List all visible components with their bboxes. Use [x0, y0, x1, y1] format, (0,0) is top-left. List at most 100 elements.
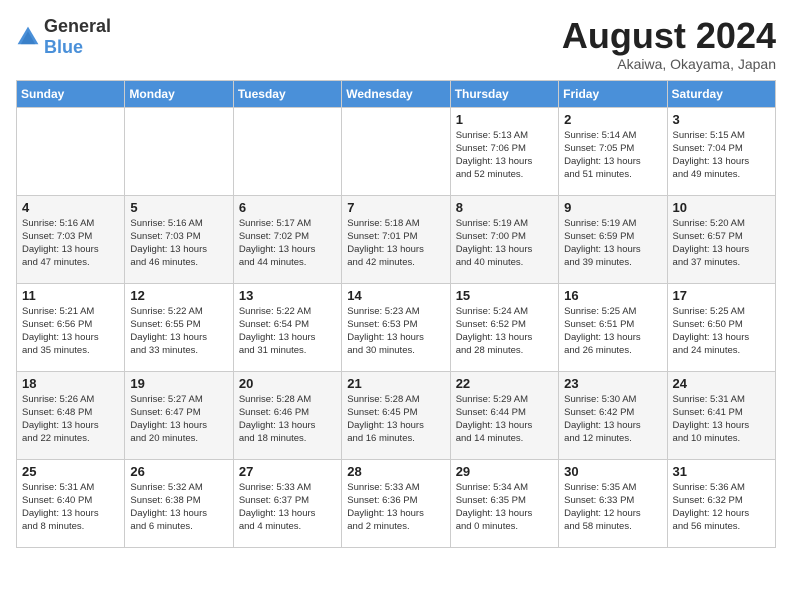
calendar-cell: [342, 107, 450, 195]
day-number: 23: [564, 376, 661, 391]
logo-general: General: [44, 16, 111, 36]
calendar-cell: 14 Sunrise: 5:23 AM Sunset: 6:53 PM Dayli…: [342, 283, 450, 371]
logo: General Blue: [16, 16, 111, 58]
header: General Blue August 2024 Akaiwa, Okayama…: [16, 16, 776, 72]
calendar-cell: 19 Sunrise: 5:27 AM Sunset: 6:47 PM Dayli…: [125, 371, 233, 459]
calendar-cell: 21Sunrise: 5:28 AM Sunset: 6:45 PM Dayli…: [342, 371, 450, 459]
day-info: Sunrise: 5:22 AM Sunset: 6:55 PM Dayligh…: [130, 305, 227, 358]
month-year: August 2024: [562, 16, 776, 56]
day-number: 30: [564, 464, 661, 479]
day-info: Sunrise: 5:25 AM Sunset: 6:51 PM Dayligh…: [564, 305, 661, 358]
day-number: 6: [239, 200, 336, 215]
day-info: Sunrise: 5:33 AM Sunset: 6:37 PM Dayligh…: [239, 481, 336, 534]
day-number: 14: [347, 288, 444, 303]
calendar-cell: 2 Sunrise: 5:14 AM Sunset: 7:05 PM Daylig…: [559, 107, 667, 195]
calendar-cell: 5 Sunrise: 5:16 AM Sunset: 7:03 PM Daylig…: [125, 195, 233, 283]
calendar-cell: 18Sunrise: 5:26 AM Sunset: 6:48 PM Dayli…: [17, 371, 125, 459]
day-number: 27: [239, 464, 336, 479]
day-number: 18: [22, 376, 119, 391]
calendar-cell: 1 Sunrise: 5:13 AM Sunset: 7:06 PM Daylig…: [450, 107, 558, 195]
calendar-cell: 16Sunrise: 5:25 AM Sunset: 6:51 PM Dayli…: [559, 283, 667, 371]
day-info: Sunrise: 5:34 AM Sunset: 6:35 PM Dayligh…: [456, 481, 553, 534]
logo-icon: [16, 25, 40, 49]
day-info: Sunrise: 5:18 AM Sunset: 7:01 PM Dayligh…: [347, 217, 444, 270]
calendar-cell: 7 Sunrise: 5:18 AM Sunset: 7:01 PM Daylig…: [342, 195, 450, 283]
calendar-cell: 12 Sunrise: 5:22 AM Sunset: 6:55 PM Dayli…: [125, 283, 233, 371]
week-row-4: 18Sunrise: 5:26 AM Sunset: 6:48 PM Dayli…: [17, 371, 776, 459]
calendar-cell: 24 Sunrise: 5:31 AM Sunset: 6:41 PM Dayli…: [667, 371, 775, 459]
day-info: Sunrise: 5:29 AM Sunset: 6:44 PM Dayligh…: [456, 393, 553, 446]
day-info: Sunrise: 5:17 AM Sunset: 7:02 PM Dayligh…: [239, 217, 336, 270]
calendar-cell: 23Sunrise: 5:30 AM Sunset: 6:42 PM Dayli…: [559, 371, 667, 459]
calendar-cell: 13Sunrise: 5:22 AM Sunset: 6:54 PM Dayli…: [233, 283, 341, 371]
day-number: 25: [22, 464, 119, 479]
logo-blue: Blue: [44, 37, 83, 57]
day-info: Sunrise: 5:20 AM Sunset: 6:57 PM Dayligh…: [673, 217, 770, 270]
calendar-cell: [125, 107, 233, 195]
day-info: Sunrise: 5:28 AM Sunset: 6:46 PM Dayligh…: [239, 393, 336, 446]
calendar-cell: [17, 107, 125, 195]
week-row-5: 25 Sunrise: 5:31 AM Sunset: 6:40 PM Dayli…: [17, 459, 776, 547]
calendar-table: SundayMondayTuesdayWednesdayThursdayFrid…: [16, 80, 776, 548]
day-number: 29: [456, 464, 553, 479]
day-info: Sunrise: 5:19 AM Sunset: 7:00 PM Dayligh…: [456, 217, 553, 270]
calendar-cell: 15Sunrise: 5:24 AM Sunset: 6:52 PM Dayli…: [450, 283, 558, 371]
day-number: 11: [22, 288, 119, 303]
day-number: 9: [564, 200, 661, 215]
location: Akaiwa, Okayama, Japan: [562, 56, 776, 72]
logo-text: General Blue: [44, 16, 111, 58]
day-info: Sunrise: 5:13 AM Sunset: 7:06 PM Dayligh…: [456, 129, 553, 182]
calendar-cell: 28 Sunrise: 5:33 AM Sunset: 6:36 PM Dayli…: [342, 459, 450, 547]
day-info: Sunrise: 5:31 AM Sunset: 6:40 PM Dayligh…: [22, 481, 119, 534]
day-info: Sunrise: 5:16 AM Sunset: 7:03 PM Dayligh…: [22, 217, 119, 270]
day-info: Sunrise: 5:31 AM Sunset: 6:41 PM Dayligh…: [673, 393, 770, 446]
day-number: 17: [673, 288, 770, 303]
weekday-header-saturday: Saturday: [667, 80, 775, 107]
calendar-cell: 25 Sunrise: 5:31 AM Sunset: 6:40 PM Dayli…: [17, 459, 125, 547]
day-number: 24: [673, 376, 770, 391]
weekday-header-thursday: Thursday: [450, 80, 558, 107]
weekday-header-row: SundayMondayTuesdayWednesdayThursdayFrid…: [17, 80, 776, 107]
day-info: Sunrise: 5:33 AM Sunset: 6:36 PM Dayligh…: [347, 481, 444, 534]
weekday-header-sunday: Sunday: [17, 80, 125, 107]
calendar-cell: 30 Sunrise: 5:35 AM Sunset: 6:33 PM Dayli…: [559, 459, 667, 547]
calendar-cell: 11 Sunrise: 5:21 AM Sunset: 6:56 PM Dayli…: [17, 283, 125, 371]
day-info: Sunrise: 5:14 AM Sunset: 7:05 PM Dayligh…: [564, 129, 661, 182]
day-number: 3: [673, 112, 770, 127]
calendar-cell: 17 Sunrise: 5:25 AM Sunset: 6:50 PM Dayli…: [667, 283, 775, 371]
day-info: Sunrise: 5:23 AM Sunset: 6:53 PM Dayligh…: [347, 305, 444, 358]
day-number: 1: [456, 112, 553, 127]
day-number: 5: [130, 200, 227, 215]
day-info: Sunrise: 5:25 AM Sunset: 6:50 PM Dayligh…: [673, 305, 770, 358]
calendar-cell: 6 Sunrise: 5:17 AM Sunset: 7:02 PM Daylig…: [233, 195, 341, 283]
day-number: 2: [564, 112, 661, 127]
day-number: 28: [347, 464, 444, 479]
calendar-cell: 3 Sunrise: 5:15 AM Sunset: 7:04 PM Daylig…: [667, 107, 775, 195]
day-info: Sunrise: 5:27 AM Sunset: 6:47 PM Dayligh…: [130, 393, 227, 446]
calendar-cell: 27 Sunrise: 5:33 AM Sunset: 6:37 PM Dayli…: [233, 459, 341, 547]
day-info: Sunrise: 5:16 AM Sunset: 7:03 PM Dayligh…: [130, 217, 227, 270]
week-row-2: 4 Sunrise: 5:16 AM Sunset: 7:03 PM Daylig…: [17, 195, 776, 283]
day-number: 12: [130, 288, 227, 303]
calendar-cell: 31Sunrise: 5:36 AM Sunset: 6:32 PM Dayli…: [667, 459, 775, 547]
day-info: Sunrise: 5:36 AM Sunset: 6:32 PM Dayligh…: [673, 481, 770, 534]
day-info: Sunrise: 5:32 AM Sunset: 6:38 PM Dayligh…: [130, 481, 227, 534]
day-number: 10: [673, 200, 770, 215]
weekday-header-monday: Monday: [125, 80, 233, 107]
day-number: 15: [456, 288, 553, 303]
day-number: 13: [239, 288, 336, 303]
calendar-cell: 26 Sunrise: 5:32 AM Sunset: 6:38 PM Dayli…: [125, 459, 233, 547]
day-number: 26: [130, 464, 227, 479]
day-info: Sunrise: 5:35 AM Sunset: 6:33 PM Dayligh…: [564, 481, 661, 534]
day-number: 20: [239, 376, 336, 391]
day-info: Sunrise: 5:19 AM Sunset: 6:59 PM Dayligh…: [564, 217, 661, 270]
calendar-cell: 20 Sunrise: 5:28 AM Sunset: 6:46 PM Dayli…: [233, 371, 341, 459]
day-number: 7: [347, 200, 444, 215]
day-number: 19: [130, 376, 227, 391]
day-number: 4: [22, 200, 119, 215]
day-info: Sunrise: 5:21 AM Sunset: 6:56 PM Dayligh…: [22, 305, 119, 358]
calendar-cell: 22Sunrise: 5:29 AM Sunset: 6:44 PM Dayli…: [450, 371, 558, 459]
calendar-cell: 10 Sunrise: 5:20 AM Sunset: 6:57 PM Dayli…: [667, 195, 775, 283]
day-info: Sunrise: 5:15 AM Sunset: 7:04 PM Dayligh…: [673, 129, 770, 182]
day-number: 21: [347, 376, 444, 391]
